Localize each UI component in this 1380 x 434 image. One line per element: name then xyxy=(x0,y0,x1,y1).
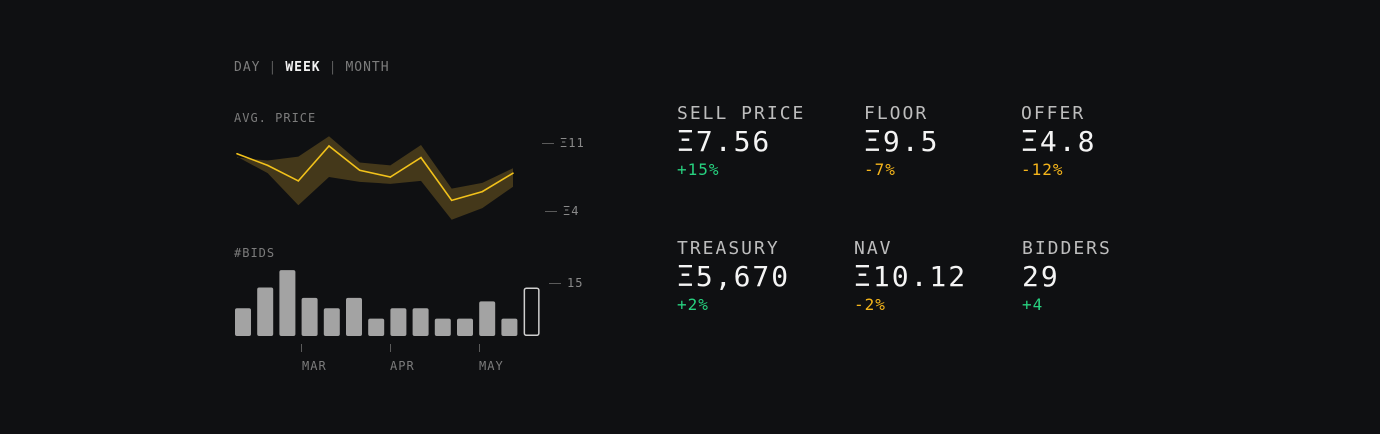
avg-price-point xyxy=(420,156,422,159)
avg-price-point xyxy=(512,172,514,174)
stat-treasury: TREASURY Ξ5,670 +2% xyxy=(677,238,790,314)
bid-bar xyxy=(479,301,496,336)
price-range-band xyxy=(237,136,513,220)
bid-bar xyxy=(346,297,362,336)
bid-bar xyxy=(323,308,340,336)
stat-value: 29 xyxy=(1022,260,1060,293)
stat-value: Ξ4.8 xyxy=(1021,125,1097,158)
bid-bar xyxy=(257,287,274,336)
bid-bar xyxy=(434,318,451,336)
bid-bar xyxy=(368,318,385,336)
stat-value: Ξ10.12 xyxy=(854,260,968,293)
stat-value: Ξ9.5 xyxy=(864,125,940,158)
bid-bar xyxy=(390,308,407,336)
stat-delta: -2% xyxy=(854,295,886,314)
bid-bar xyxy=(412,308,429,336)
avg-price-point xyxy=(328,145,330,147)
bid-bar-highlighted xyxy=(523,287,540,337)
bid-bar xyxy=(235,308,251,336)
avg-price-point xyxy=(236,152,238,155)
stat-label: OFFER xyxy=(1021,103,1086,124)
stat-bidders: BIDDERS 29 +4 xyxy=(1022,238,1112,314)
stat-label: NAV xyxy=(854,238,893,259)
stat-label: FLOOR xyxy=(864,103,929,124)
bid-bar xyxy=(279,270,296,336)
stat-label: BIDDERS xyxy=(1022,238,1112,259)
bid-bar xyxy=(501,318,518,336)
stat-offer: OFFER Ξ4.8 -12% xyxy=(1021,103,1096,179)
stat-value: Ξ5,670 xyxy=(677,260,791,293)
avg-price-point xyxy=(389,176,392,178)
stat-delta: +2% xyxy=(677,295,709,314)
avg-price-point xyxy=(481,190,484,193)
bid-bar xyxy=(457,318,473,336)
stat-delta: -7% xyxy=(864,160,896,179)
stat-value: Ξ7.56 xyxy=(677,125,772,158)
stat-sell-price: SELL PRICE Ξ7.56 +15% xyxy=(677,103,805,179)
charts-canvas xyxy=(235,136,540,352)
stat-floor: FLOOR Ξ9.5 -7% xyxy=(864,103,939,179)
bid-bar xyxy=(301,297,318,336)
stat-label: TREASURY xyxy=(677,238,780,259)
avg-price-point xyxy=(297,180,300,182)
stat-delta: +4 xyxy=(1022,295,1044,314)
stat-delta: -12% xyxy=(1021,160,1064,179)
stat-label: SELL PRICE xyxy=(677,103,806,124)
stat-nav: NAV Ξ10.12 -2% xyxy=(854,238,967,314)
avg-price-point xyxy=(266,164,269,167)
avg-price-point xyxy=(358,169,361,172)
avg-price-point xyxy=(450,199,453,202)
stat-delta: +15% xyxy=(677,160,720,179)
